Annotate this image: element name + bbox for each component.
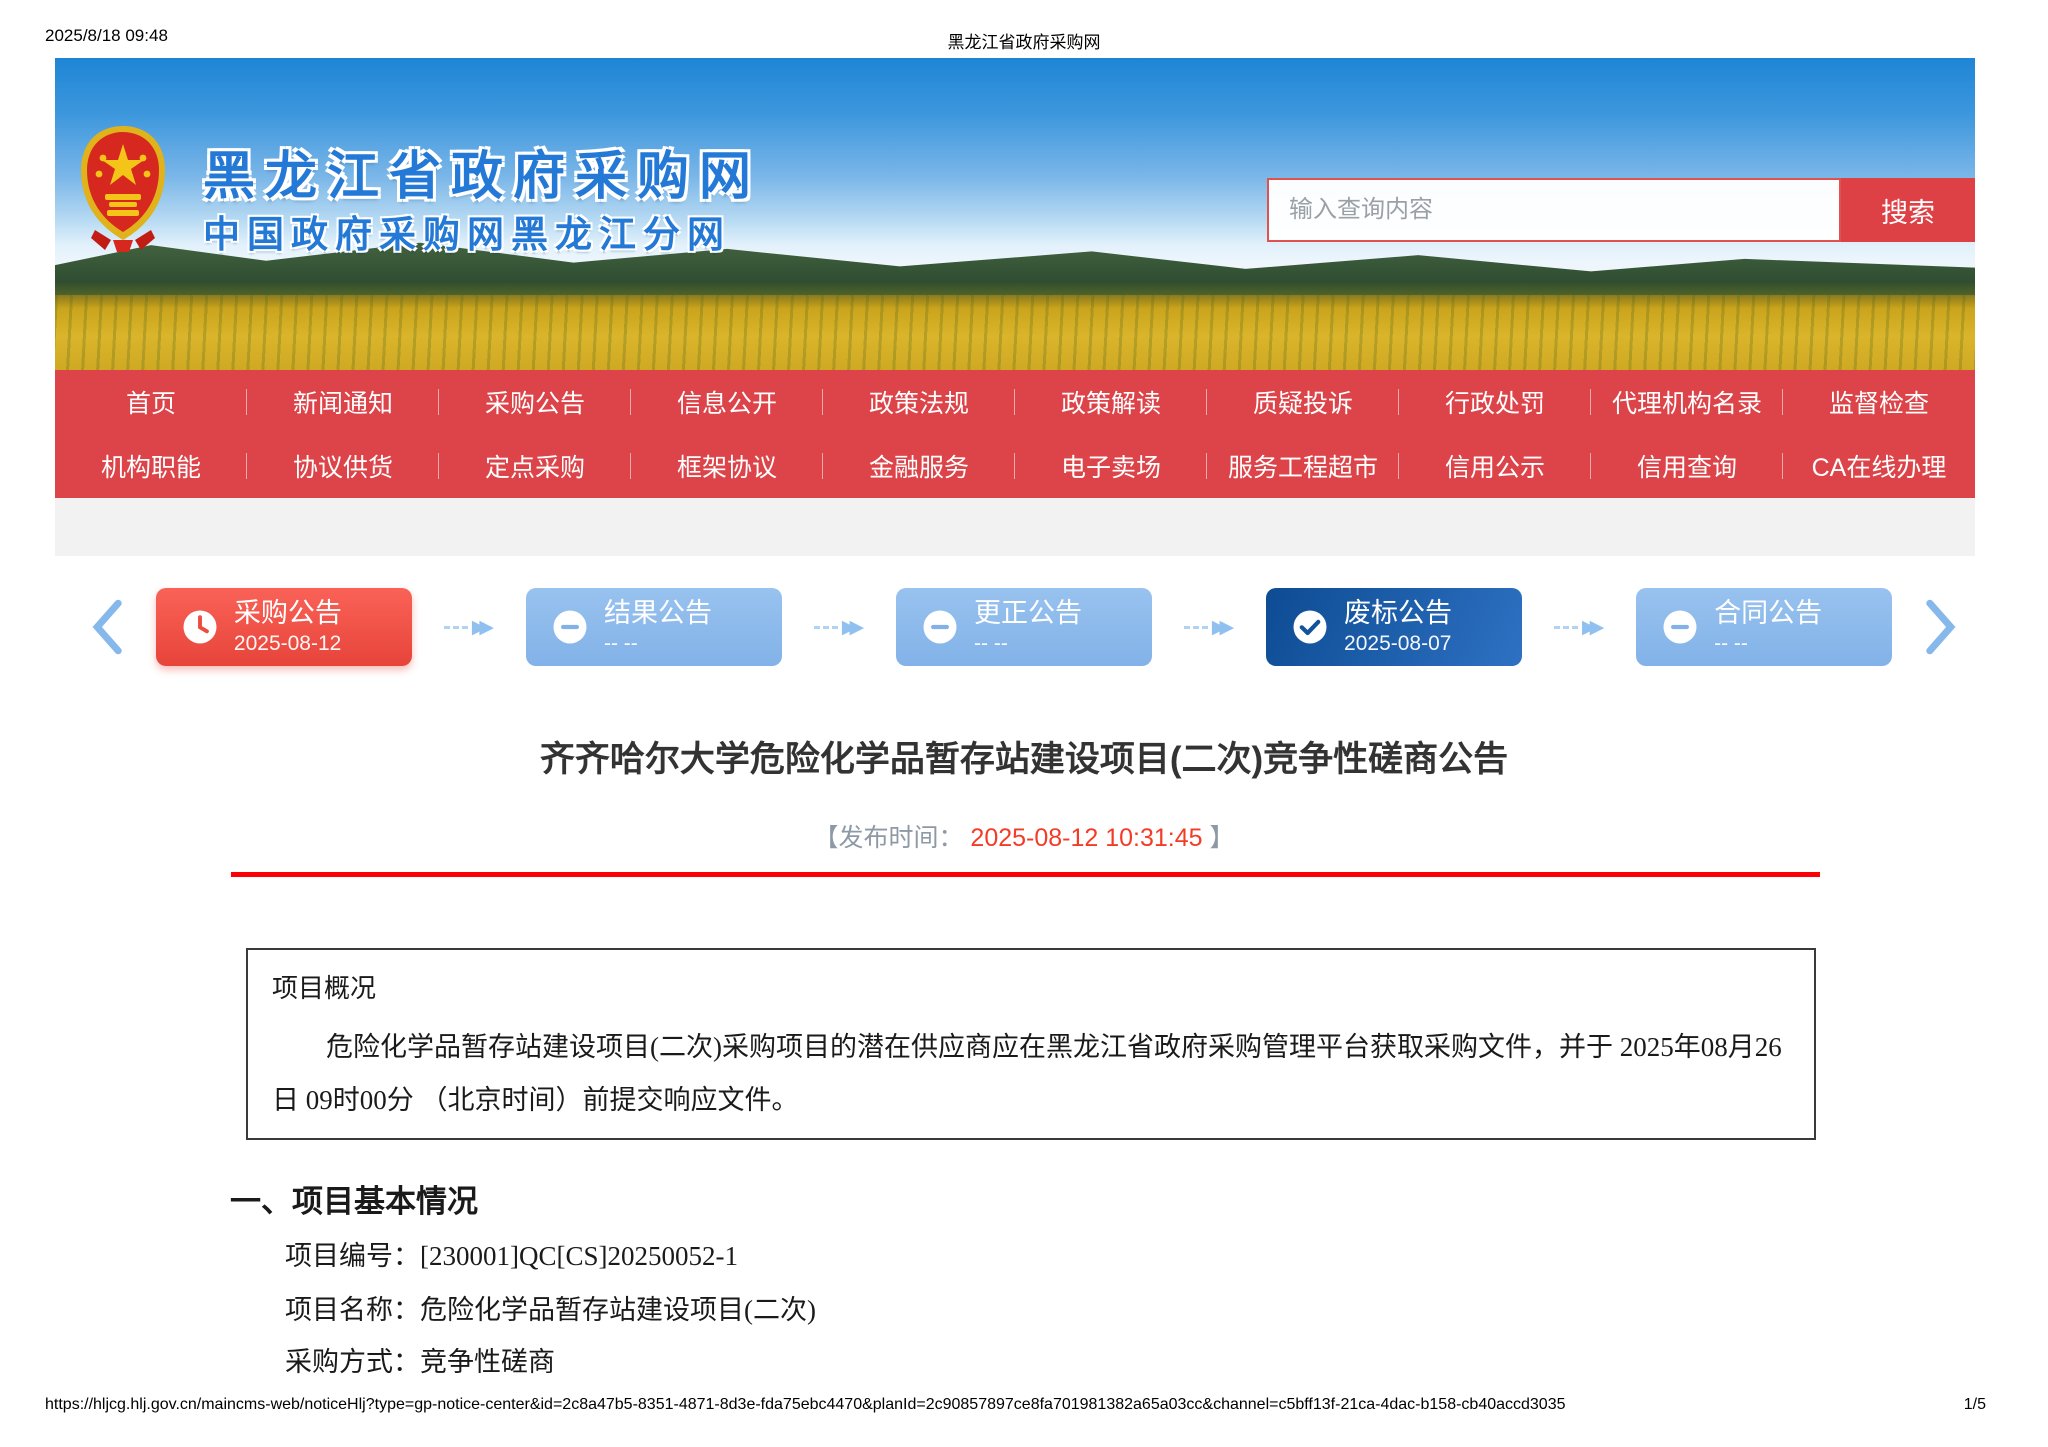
stepper-arrow: ▶▶ bbox=[813, 616, 864, 639]
nav-item-policies[interactable]: 政策法规 bbox=[823, 370, 1015, 434]
nav-item-credit-query[interactable]: 信用查询 bbox=[1591, 434, 1783, 498]
step-procurement-notice[interactable]: 采购公告 2025-08-12 bbox=[155, 588, 412, 666]
print-footer-page-number: 1/5 bbox=[1963, 1396, 1986, 1413]
nav-item-supervision[interactable]: 监督检查 bbox=[1783, 370, 1975, 434]
search-bar: 搜索 bbox=[1267, 178, 1975, 242]
check-icon bbox=[1293, 610, 1327, 644]
step-date: -- -- bbox=[974, 631, 1008, 655]
main-navigation: 首页 新闻通知 采购公告 信息公开 政策法规 政策解读 质疑投诉 行政处罚 代理… bbox=[55, 370, 1975, 498]
notice-title: 齐齐哈尔大学危险化学品暂存站建设项目(二次)竞争性磋商公告 bbox=[539, 740, 1509, 779]
step-label: 采购公告 bbox=[233, 598, 342, 628]
project-overview-box: 项目概况 危险化学品暂存站建设项目(二次)采购项目的潜在供应商应在黑龙江省政府采… bbox=[246, 948, 1816, 1140]
publish-label-close: 】 bbox=[1209, 824, 1235, 852]
nav-row-1: 首页 新闻通知 采购公告 信息公开 政策法规 政策解读 质疑投诉 行政处罚 代理… bbox=[55, 370, 1975, 434]
banner-field bbox=[55, 295, 1975, 370]
step-contract-notice[interactable]: 合同公告 -- -- bbox=[1636, 588, 1893, 666]
field-label: 采购方式： bbox=[285, 1347, 420, 1377]
notice-type-stepper: 采购公告 2025-08-12 ▶▶ 结果公告 -- -- ▶▶ 更正公告 --… bbox=[90, 586, 1958, 668]
nav-item-service-supermarket[interactable]: 服务工程超市 bbox=[1207, 434, 1399, 498]
field-procurement-method: 采购方式：竞争性磋商 bbox=[285, 1340, 555, 1379]
nav-item-framework-agreement[interactable]: 框架协议 bbox=[631, 434, 823, 498]
nav-item-agency-directory[interactable]: 代理机构名录 bbox=[1591, 370, 1783, 434]
nav-item-procurement-notices[interactable]: 采购公告 bbox=[439, 370, 631, 434]
minus-icon bbox=[1663, 610, 1697, 644]
nav-item-policy-interpretation[interactable]: 政策解读 bbox=[1015, 370, 1207, 434]
overview-heading: 项目概况 bbox=[272, 974, 377, 1003]
site-subtitle: 中国政府采购网黑龙江分网 bbox=[203, 214, 731, 255]
publish-time: 2025-08-12 10:31:45 bbox=[970, 824, 1203, 852]
section-heading-basic-info: 一、项目基本情况 bbox=[230, 1184, 478, 1219]
nav-item-credit-publicity[interactable]: 信用公示 bbox=[1399, 434, 1591, 498]
site-title: 黑龙江省政府采购网 bbox=[203, 148, 762, 206]
publish-label-open: 【发布时间： bbox=[813, 824, 964, 852]
step-result-notice[interactable]: 结果公告 -- -- bbox=[525, 588, 782, 666]
nav-item-news[interactable]: 新闻通知 bbox=[247, 370, 439, 434]
stepper-arrow: ▶▶ bbox=[1553, 616, 1604, 639]
publish-time-line: 【发布时间： 2025-08-12 10:31:45 】 bbox=[0, 818, 2048, 854]
nav-item-info-disclosure[interactable]: 信息公开 bbox=[631, 370, 823, 434]
chevron-right-icon[interactable] bbox=[1924, 599, 1958, 655]
search-input[interactable] bbox=[1267, 178, 1841, 242]
step-date: 2025-08-07 bbox=[1344, 631, 1452, 655]
nav-item-financial-services[interactable]: 金融服务 bbox=[823, 434, 1015, 498]
national-emblem-icon bbox=[81, 126, 165, 252]
nav-item-home[interactable]: 首页 bbox=[55, 370, 247, 434]
step-label: 合同公告 bbox=[1714, 598, 1823, 628]
step-label: 更正公告 bbox=[974, 598, 1082, 628]
field-value: [230001]QC[CS]20250052-1 bbox=[420, 1241, 738, 1271]
nav-item-agreement-supply[interactable]: 协议供货 bbox=[247, 434, 439, 498]
nav-item-fixed-point[interactable]: 定点采购 bbox=[439, 434, 631, 498]
stepper-arrow: ▶▶ bbox=[1183, 616, 1234, 639]
step-label: 废标公告 bbox=[1344, 598, 1453, 628]
nav-gray-band bbox=[55, 498, 1975, 556]
nav-item-org-functions[interactable]: 机构职能 bbox=[55, 434, 247, 498]
field-project-number: 项目编号：[230001]QC[CS]20250052-1 bbox=[285, 1234, 738, 1273]
nav-item-ca-online[interactable]: CA在线办理 bbox=[1783, 434, 1975, 498]
field-value: 危险化学品暂存站建设项目(二次) bbox=[420, 1295, 816, 1325]
nav-item-admin-penalties[interactable]: 行政处罚 bbox=[1399, 370, 1591, 434]
step-correction-notice[interactable]: 更正公告 -- -- bbox=[896, 588, 1152, 666]
step-date: -- -- bbox=[603, 631, 638, 655]
nav-item-complaints[interactable]: 质疑投诉 bbox=[1207, 370, 1399, 434]
step-date: -- -- bbox=[1714, 631, 1748, 655]
stepper-arrow: ▶▶ bbox=[443, 616, 494, 639]
step-date: 2025-08-12 bbox=[233, 631, 342, 655]
chevron-left-icon[interactable] bbox=[90, 599, 124, 655]
clock-icon bbox=[183, 610, 217, 644]
field-label: 项目编号： bbox=[285, 1241, 420, 1271]
print-page-title: 黑龙江省政府采购网 bbox=[947, 33, 1101, 52]
print-footer-url: https://hljcg.hlj.gov.cn/maincms-web/not… bbox=[45, 1396, 1566, 1413]
field-label: 项目名称： bbox=[285, 1295, 420, 1325]
search-button[interactable]: 搜索 bbox=[1841, 178, 1975, 242]
field-value: 竞争性磋商 bbox=[420, 1347, 555, 1377]
step-label: 结果公告 bbox=[603, 598, 712, 628]
red-divider bbox=[231, 872, 1820, 877]
nav-item-e-marketplace[interactable]: 电子卖场 bbox=[1015, 434, 1207, 498]
site-banner: 黑龙江省政府采购网 中国政府采购网黑龙江分网 搜索 bbox=[55, 58, 1975, 370]
minus-icon bbox=[553, 610, 587, 644]
minus-icon bbox=[923, 610, 957, 644]
nav-row-2: 机构职能 协议供货 定点采购 框架协议 金融服务 电子卖场 服务工程超市 信用公… bbox=[55, 434, 1975, 498]
overview-text: 危险化学品暂存站建设项目(二次)采购项目的潜在供应商应在黑龙江省政府采购管理平台… bbox=[272, 1032, 1782, 1115]
field-project-name: 项目名称：危险化学品暂存站建设项目(二次) bbox=[285, 1288, 816, 1327]
step-cancellation-notice[interactable]: 废标公告 2025-08-07 bbox=[1266, 588, 1523, 666]
